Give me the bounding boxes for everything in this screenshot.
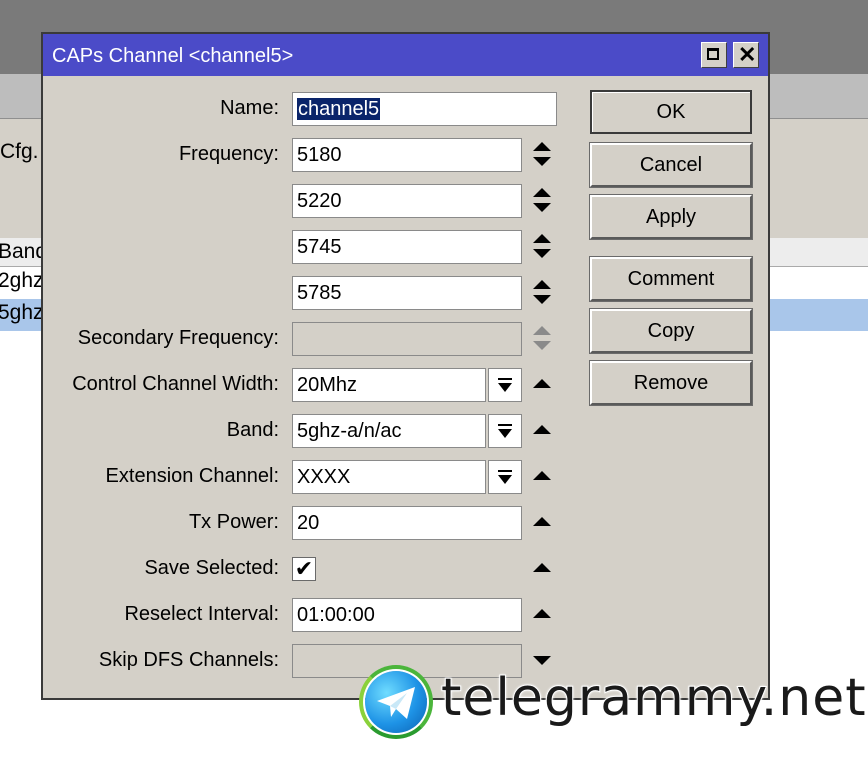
save-selected-checkbox[interactable]: ✔ (292, 557, 316, 581)
collapse-up-icon[interactable] (532, 554, 552, 582)
control-channel-width-label: Control Channel Width: (72, 373, 279, 395)
frequency-label: Frequency: (178, 143, 279, 165)
frequency-input-3[interactable]: 5745 (292, 230, 522, 264)
background-cfg-label[interactable]: Cfg. (0, 140, 39, 164)
comment-button[interactable]: Comment (589, 256, 753, 302)
up-down-arrows-icon[interactable] (532, 278, 552, 306)
up-down-arrows-icon[interactable] (532, 140, 552, 168)
column-band-label: Band (0, 240, 48, 263)
save-selected-label: Save Selected: (144, 557, 279, 579)
dropdown-arrow-icon[interactable] (488, 368, 522, 402)
extension-channel-select[interactable]: XXXX (292, 460, 486, 494)
dropdown-arrow-icon[interactable] (488, 460, 522, 494)
secondary-frequency-input[interactable] (292, 322, 522, 356)
frequency-input-2[interactable]: 5220 (292, 184, 522, 218)
remove-button[interactable]: Remove (589, 360, 753, 406)
ok-button[interactable]: OK (590, 90, 752, 134)
reselect-interval-input[interactable]: 01:00:00 (292, 598, 522, 632)
dialog-titlebar[interactable]: CAPs Channel <channel5> ✕ (43, 34, 768, 76)
table-cell-band: 2ghz (0, 269, 44, 292)
caps-channel-dialog: CAPs Channel <channel5> ✕ Name: channel5… (41, 32, 770, 700)
dialog-title: CAPs Channel <channel5> (52, 45, 294, 67)
collapse-up-icon[interactable] (532, 462, 552, 490)
maximize-icon[interactable] (701, 42, 727, 68)
name-label: Name: (220, 97, 279, 119)
secondary-frequency-label: Secondary Frequency: (77, 327, 279, 349)
tx-power-label: Tx Power: (188, 511, 279, 533)
band-select[interactable]: 5ghz-a/n/ac (292, 414, 486, 448)
name-value: channel5 (297, 98, 381, 120)
collapse-up-icon[interactable] (532, 370, 552, 398)
up-down-arrows-icon (532, 324, 552, 352)
apply-button[interactable]: Apply (589, 194, 753, 240)
skip-dfs-channels-label: Skip DFS Channels: (98, 649, 279, 671)
frequency-input-1[interactable]: 5180 (292, 138, 522, 172)
reselect-interval-label: Reselect Interval: (124, 603, 279, 625)
tx-power-input[interactable]: 20 (292, 506, 522, 540)
cancel-button[interactable]: Cancel (589, 142, 753, 188)
up-down-arrows-icon[interactable] (532, 186, 552, 214)
extension-channel-label: Extension Channel: (105, 465, 279, 487)
band-label: Band: (226, 419, 279, 441)
collapse-up-icon[interactable] (532, 416, 552, 444)
collapse-up-icon[interactable] (532, 508, 552, 536)
watermark: telegrammy.net (359, 665, 867, 739)
copy-button[interactable]: Copy (589, 308, 753, 354)
control-channel-width-select[interactable]: 20Mhz (292, 368, 486, 402)
dropdown-arrow-icon[interactable] (488, 414, 522, 448)
telegram-logo-icon (359, 665, 433, 739)
frequency-input-4[interactable]: 5785 (292, 276, 522, 310)
name-input[interactable]: channel5 (292, 92, 557, 126)
up-down-arrows-icon[interactable] (532, 232, 552, 260)
table-cell-band: 5ghz (0, 301, 44, 324)
watermark-text: telegrammy.net (440, 667, 867, 729)
collapse-up-icon[interactable] (532, 600, 552, 628)
close-icon[interactable]: ✕ (733, 42, 759, 68)
